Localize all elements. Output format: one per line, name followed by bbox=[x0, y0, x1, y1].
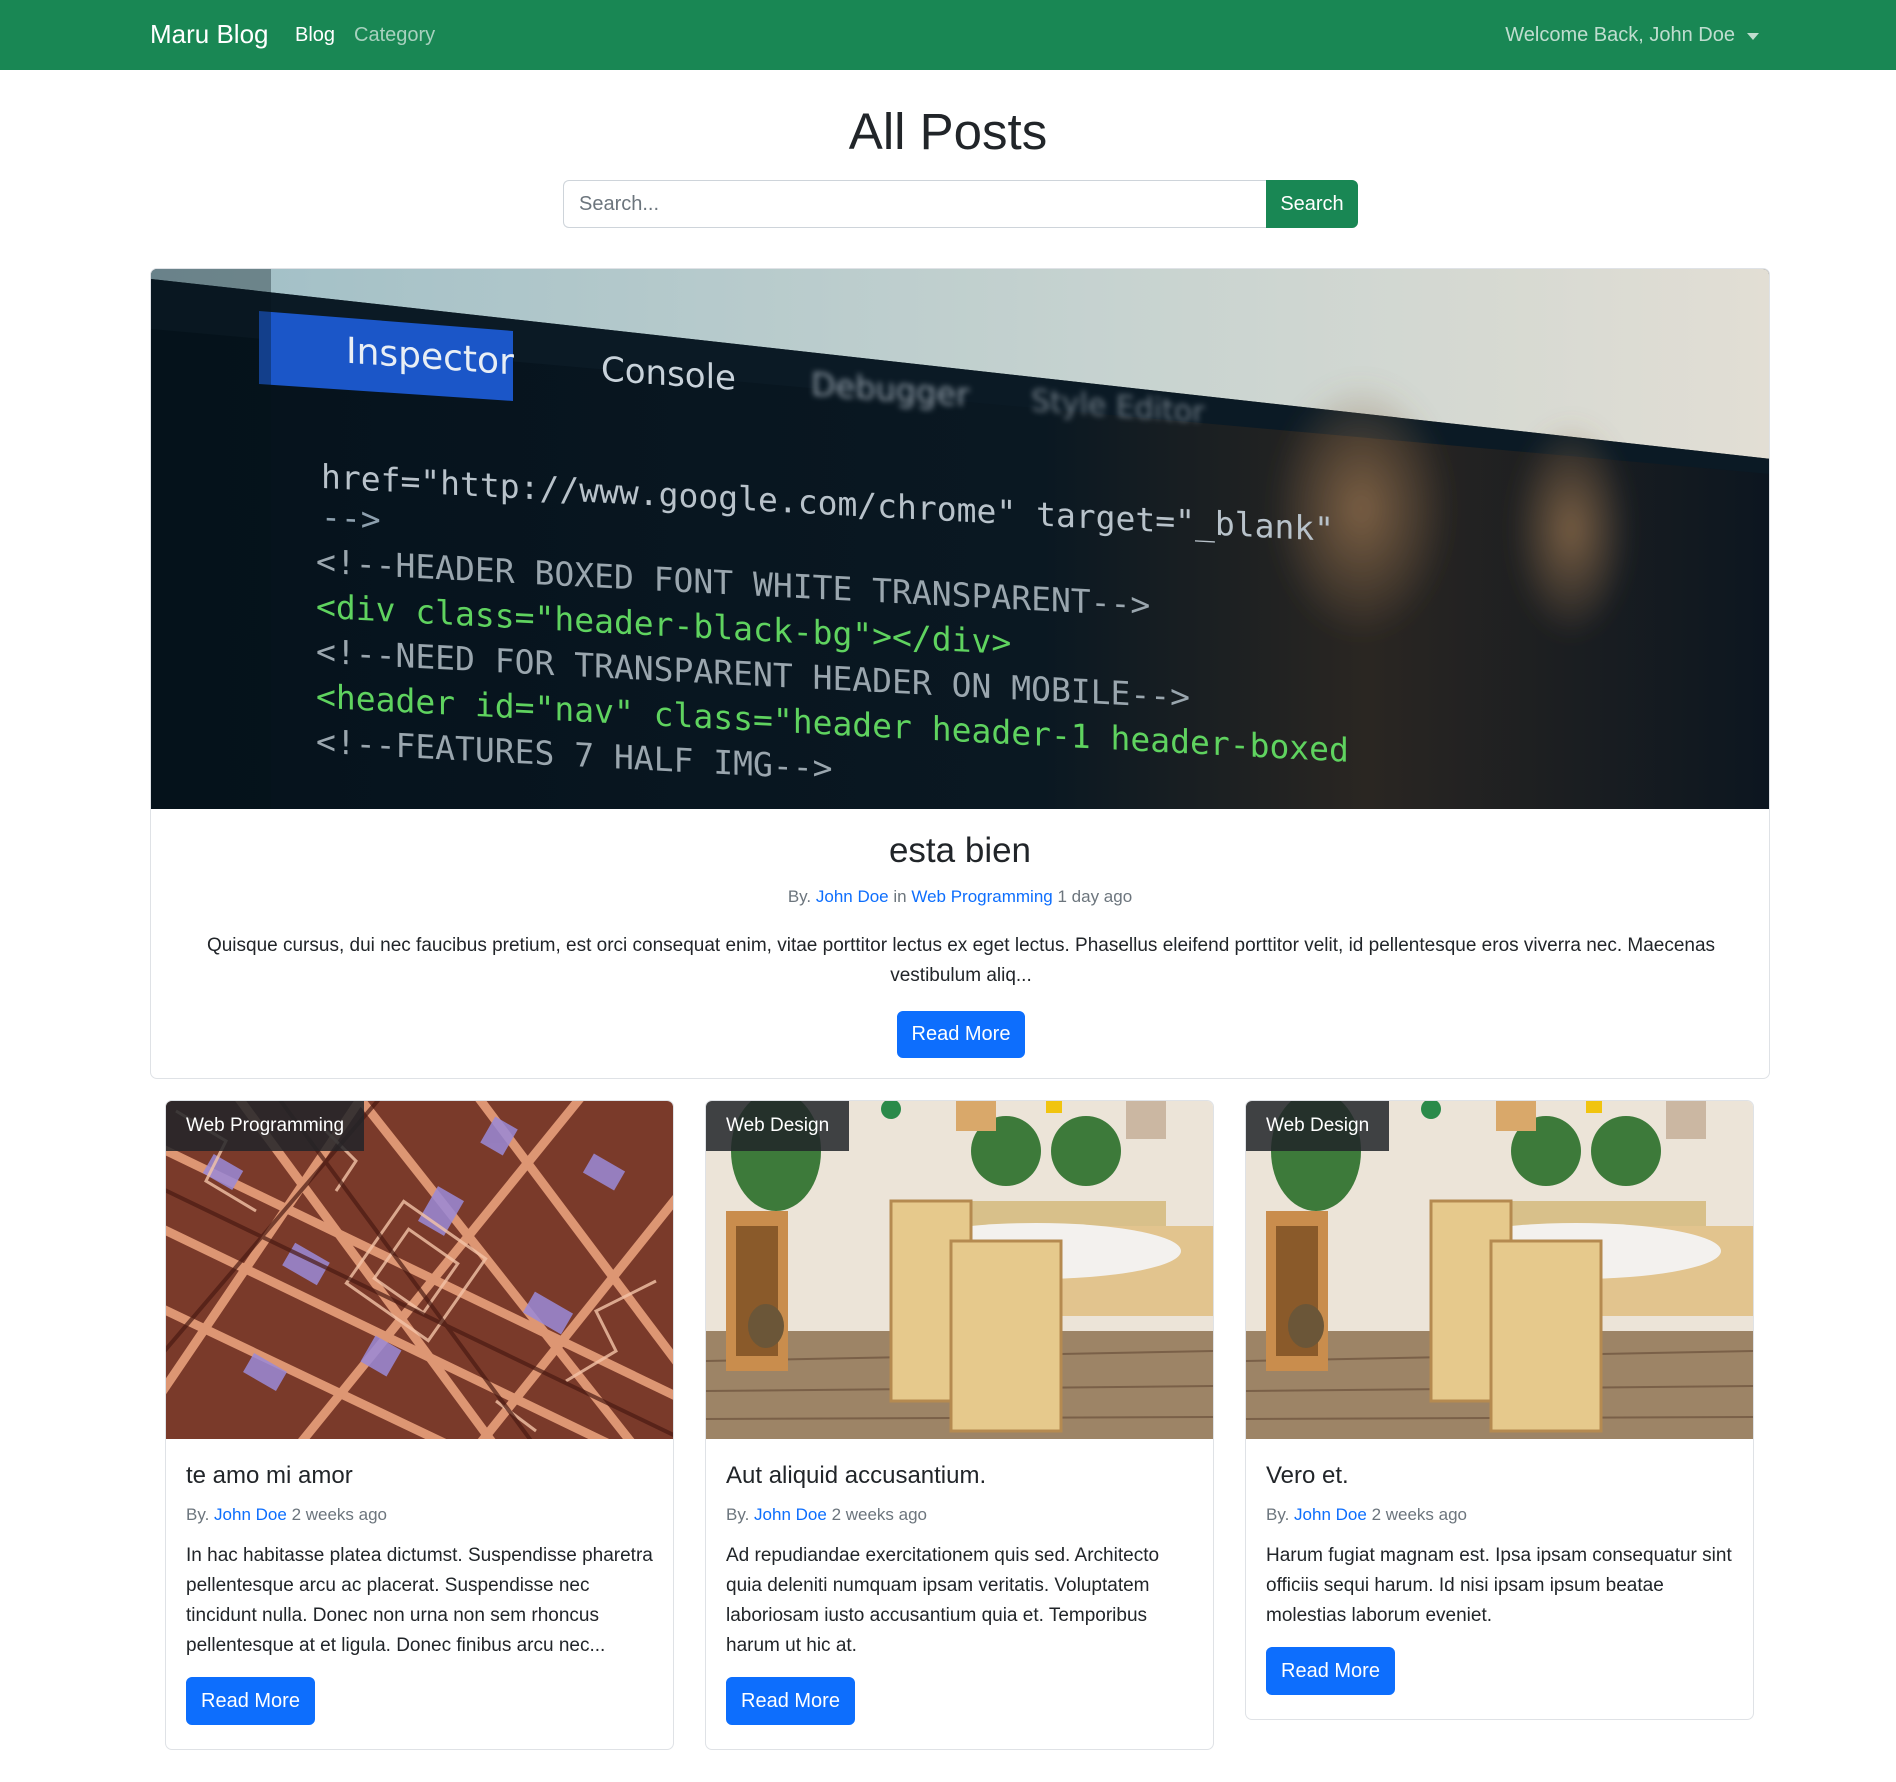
search-input[interactable] bbox=[563, 180, 1266, 228]
post-time: 2 weeks ago bbox=[291, 1505, 388, 1524]
post-excerpt: Harum fugiat magnam est. Ipsa ipsam cons… bbox=[1266, 1545, 1732, 1626]
post-time: 2 weeks ago bbox=[1371, 1505, 1468, 1524]
code-editor-photo: Inspector Console Debugger Style Editor … bbox=[151, 269, 1769, 809]
post-image[interactable]: Web Design bbox=[706, 1101, 1213, 1439]
caret-down-icon bbox=[1747, 33, 1759, 40]
post-title[interactable]: te amo mi amor bbox=[186, 1462, 653, 1490]
category-badge: Web Programming bbox=[166, 1101, 365, 1151]
post-excerpt: In hac habitasse platea dictumst. Suspen… bbox=[186, 1545, 653, 1656]
abstract-circuit-photo bbox=[166, 1101, 673, 1439]
featured-post-excerpt: Quisque cursus, dui nec faucibus pretium… bbox=[206, 935, 1716, 986]
post-image[interactable]: Web Programming bbox=[166, 1101, 673, 1439]
user-menu-dropdown[interactable]: Welcome Back, John Doe bbox=[1505, 24, 1759, 47]
brand-logo[interactable]: Maru Blog bbox=[150, 19, 269, 50]
post-meta: By. John Doe 2 weeks ago bbox=[186, 1505, 653, 1525]
user-menu-label: Welcome Back, John Doe bbox=[1505, 24, 1735, 46]
author-link[interactable]: John Doe bbox=[754, 1505, 827, 1524]
featured-post-image[interactable]: Inspector Console Debugger Style Editor … bbox=[151, 269, 1769, 809]
meta-by-label: By. bbox=[186, 1505, 210, 1524]
post-title[interactable]: Vero et. bbox=[1266, 1462, 1733, 1490]
post-time: 2 weeks ago bbox=[831, 1505, 928, 1524]
dining-room-photo bbox=[1246, 1101, 1753, 1439]
category-badge: Web Design bbox=[1246, 1101, 1390, 1151]
featured-post-title[interactable]: esta bien bbox=[151, 831, 1769, 871]
read-more-button[interactable]: Read More bbox=[897, 1011, 1025, 1058]
post-title[interactable]: Aut aliquid accusantium. bbox=[726, 1462, 1193, 1490]
post-card-body: Aut aliquid accusantium. By. John Doe 2 … bbox=[706, 1439, 1213, 1749]
post-time: 1 day ago bbox=[1057, 887, 1133, 906]
category-link[interactable]: Web Programming bbox=[911, 887, 1052, 906]
meta-by-label: By. bbox=[1266, 1505, 1290, 1524]
post-meta: By. John Doe 2 weeks ago bbox=[1266, 1505, 1733, 1525]
post-excerpt: Ad repudiandae exercitationem quis sed. … bbox=[726, 1545, 1160, 1656]
author-link[interactable]: John Doe bbox=[214, 1505, 287, 1524]
read-more-button[interactable]: Read More bbox=[726, 1677, 855, 1725]
post-card-body: Vero et. By. John Doe 2 weeks ago Harum … bbox=[1246, 1439, 1753, 1719]
post-card: Web Programming te amo mi amor By. John … bbox=[165, 1100, 674, 1750]
navbar: Maru Blog Blog Category Welcome Back, Jo… bbox=[0, 0, 1896, 70]
author-link[interactable]: John Doe bbox=[816, 887, 889, 906]
read-more-button[interactable]: Read More bbox=[186, 1677, 315, 1725]
page-title: All Posts bbox=[848, 103, 1048, 160]
nav-link-category[interactable]: Category bbox=[354, 24, 435, 47]
meta-by-label: By. bbox=[787, 887, 812, 906]
search-form: Search bbox=[563, 180, 1358, 228]
featured-post-meta: By. John Doe in Web Programming 1 day ag… bbox=[151, 887, 1769, 907]
read-more-button[interactable]: Read More bbox=[1266, 1647, 1395, 1695]
author-link[interactable]: John Doe bbox=[1294, 1505, 1367, 1524]
post-card-body: te amo mi amor By. John Doe 2 weeks ago … bbox=[166, 1439, 673, 1749]
post-card: Web Design Vero et. By. John Doe 2 weeks… bbox=[1245, 1100, 1754, 1720]
dining-room-photo bbox=[706, 1101, 1213, 1439]
meta-by-label: By. bbox=[726, 1505, 750, 1524]
post-card: Web Design Aut aliquid accusantium. By. … bbox=[705, 1100, 1214, 1750]
nav-link-blog[interactable]: Blog bbox=[295, 24, 335, 47]
search-button[interactable]: Search bbox=[1266, 180, 1358, 228]
code-line-2: --> bbox=[321, 497, 381, 539]
category-badge: Web Design bbox=[706, 1101, 850, 1151]
featured-post-card: Inspector Console Debugger Style Editor … bbox=[150, 268, 1770, 1079]
meta-in-label: in bbox=[893, 887, 907, 906]
post-image[interactable]: Web Design bbox=[1246, 1101, 1753, 1439]
post-meta: By. John Doe 2 weeks ago bbox=[726, 1505, 1193, 1525]
